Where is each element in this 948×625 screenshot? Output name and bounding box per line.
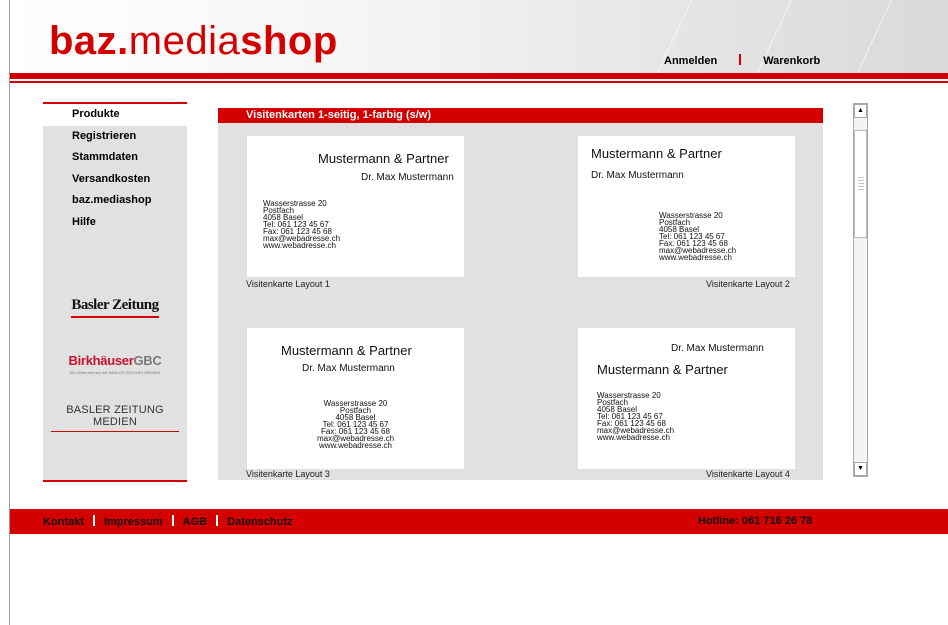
footer: Kontakt Impressum AGB Datenschutz Hotline: … <box>10 509 948 534</box>
sidebar-item-produkte[interactable]: Produkte <box>43 104 187 126</box>
footer-separator <box>216 515 219 526</box>
header-red-bar <box>10 73 948 79</box>
business-card-layout-4[interactable]: Dr. Max Mustermann Mustermann & Partner … <box>578 328 795 469</box>
product-panel-title: Visitenkarten 1-seitig, 1-farbig (s/w) <box>218 108 823 123</box>
grip-icon <box>858 177 864 191</box>
basler-zeitung-text: Basler Zeitung <box>71 297 159 313</box>
sidebar-item-hilfe[interactable]: Hilfe <box>43 212 187 234</box>
sidebar: Produkte Registrieren Stammdaten Versand… <box>43 102 187 482</box>
card-firm: Mustermann & Partner <box>281 343 412 358</box>
sidebar-item-registrieren[interactable]: Registrieren <box>43 126 187 148</box>
cart-link[interactable]: Warenkorb <box>763 55 820 67</box>
product-panel: Visitenkarten 1-seitig, 1-farbig (s/w) M… <box>218 108 823 480</box>
scroll-down-arrow-icon[interactable]: ▼ <box>854 462 867 476</box>
footer-link-datenschutz[interactable]: Datenschutz <box>227 516 292 528</box>
footer-link-impressum[interactable]: Impressum <box>104 516 163 528</box>
footer-link-kontakt[interactable]: Kontakt <box>43 516 84 528</box>
card-caption: Visitenkarte Layout 2 <box>706 279 790 289</box>
card-address: Wasserstrasse 20 Postfach 4058 Basel Tel… <box>659 212 736 262</box>
logo-part-media: media <box>128 19 241 63</box>
card-name: Dr. Max Mustermann <box>302 363 395 374</box>
card-address-line: www.webadresse.ch <box>319 441 392 450</box>
logo-underline <box>51 431 179 432</box>
logo-part-baz: baz. <box>49 19 129 63</box>
card-address: Wasserstrasse 20 Postfach 4058 Basel Tel… <box>247 400 464 450</box>
logo-underline <box>71 316 159 318</box>
header-red-line <box>10 81 948 83</box>
card-name: Dr. Max Mustermann <box>671 343 764 354</box>
top-navigation: Anmelden Warenkorb <box>664 54 820 67</box>
card-caption: Visitenkarte Layout 3 <box>246 469 330 479</box>
scrollbar[interactable]: ▲ ▼ <box>853 103 868 477</box>
birkhauser-gbc-logo[interactable]: BirkhäuserGBC Ein Unternehmen der BASLER… <box>43 353 187 375</box>
scroll-up-arrow-icon[interactable]: ▲ <box>854 104 867 118</box>
logo-part-shop: shop <box>240 19 338 63</box>
sidebar-item-baz-mediashop[interactable]: baz.mediashop <box>43 190 187 212</box>
business-card-layout-2[interactable]: Mustermann & Partner Dr. Max Mustermann … <box>578 136 795 277</box>
card-address: Wasserstrasse 20 Postfach 4058 Basel Tel… <box>263 200 340 250</box>
card-address-line: www.webadresse.ch <box>597 433 670 442</box>
header-decoration <box>849 0 948 76</box>
logo[interactable]: baz.mediashop <box>49 18 338 64</box>
card-name: Dr. Max Mustermann <box>361 172 454 183</box>
business-card-layout-3[interactable]: Mustermann & Partner Dr. Max Mustermann … <box>247 328 464 469</box>
card-firm: Mustermann & Partner <box>591 146 722 161</box>
birkhauser-text: Birkhäuser <box>68 353 134 368</box>
sidebar-item-versandkosten[interactable]: Versandkosten <box>43 169 187 191</box>
basler-zeitung-medien-logo[interactable]: BASLER ZEITUNG MEDIEN <box>43 404 187 432</box>
footer-separator <box>171 515 174 526</box>
card-address: Wasserstrasse 20 Postfach 4058 Basel Tel… <box>597 392 674 442</box>
card-name: Dr. Max Mustermann <box>591 170 684 181</box>
sidebar-item-stammdaten[interactable]: Stammdaten <box>43 147 187 169</box>
card-caption: Visitenkarte Layout 4 <box>706 469 790 479</box>
card-firm: Mustermann & Partner <box>318 151 449 166</box>
login-link[interactable]: Anmelden <box>664 55 717 67</box>
footer-link-agb[interactable]: AGB <box>183 516 207 528</box>
card-address-line: www.webadresse.ch <box>263 241 336 250</box>
basler-zeitung-medien-text: BASLER ZEITUNG MEDIEN <box>66 404 164 428</box>
nav-separator <box>739 54 742 65</box>
footer-separator <box>92 515 95 526</box>
footer-navigation: Kontakt Impressum AGB Datenschutz <box>43 515 293 528</box>
card-caption: Visitenkarte Layout 1 <box>246 279 330 289</box>
scrollbar-thumb[interactable] <box>854 130 867 238</box>
card-firm: Mustermann & Partner <box>597 362 728 377</box>
hotline: Hotline: 061 716 26 78 <box>698 515 813 527</box>
gbc-text: GBC <box>133 353 162 368</box>
card-address-line: www.webadresse.ch <box>659 253 732 262</box>
birkhauser-gbc-subtitle: Ein Unternehmen der BASLER ZEITUNG MEDIE… <box>69 370 161 375</box>
birkhauser-gbc-text: BirkhäuserGBC <box>43 353 187 368</box>
business-card-layout-1[interactable]: Mustermann & Partner Dr. Max Mustermann … <box>247 136 464 277</box>
basler-zeitung-logo[interactable]: Basler Zeitung <box>43 297 187 318</box>
header: baz.mediashop Anmelden Warenkorb <box>10 0 948 76</box>
